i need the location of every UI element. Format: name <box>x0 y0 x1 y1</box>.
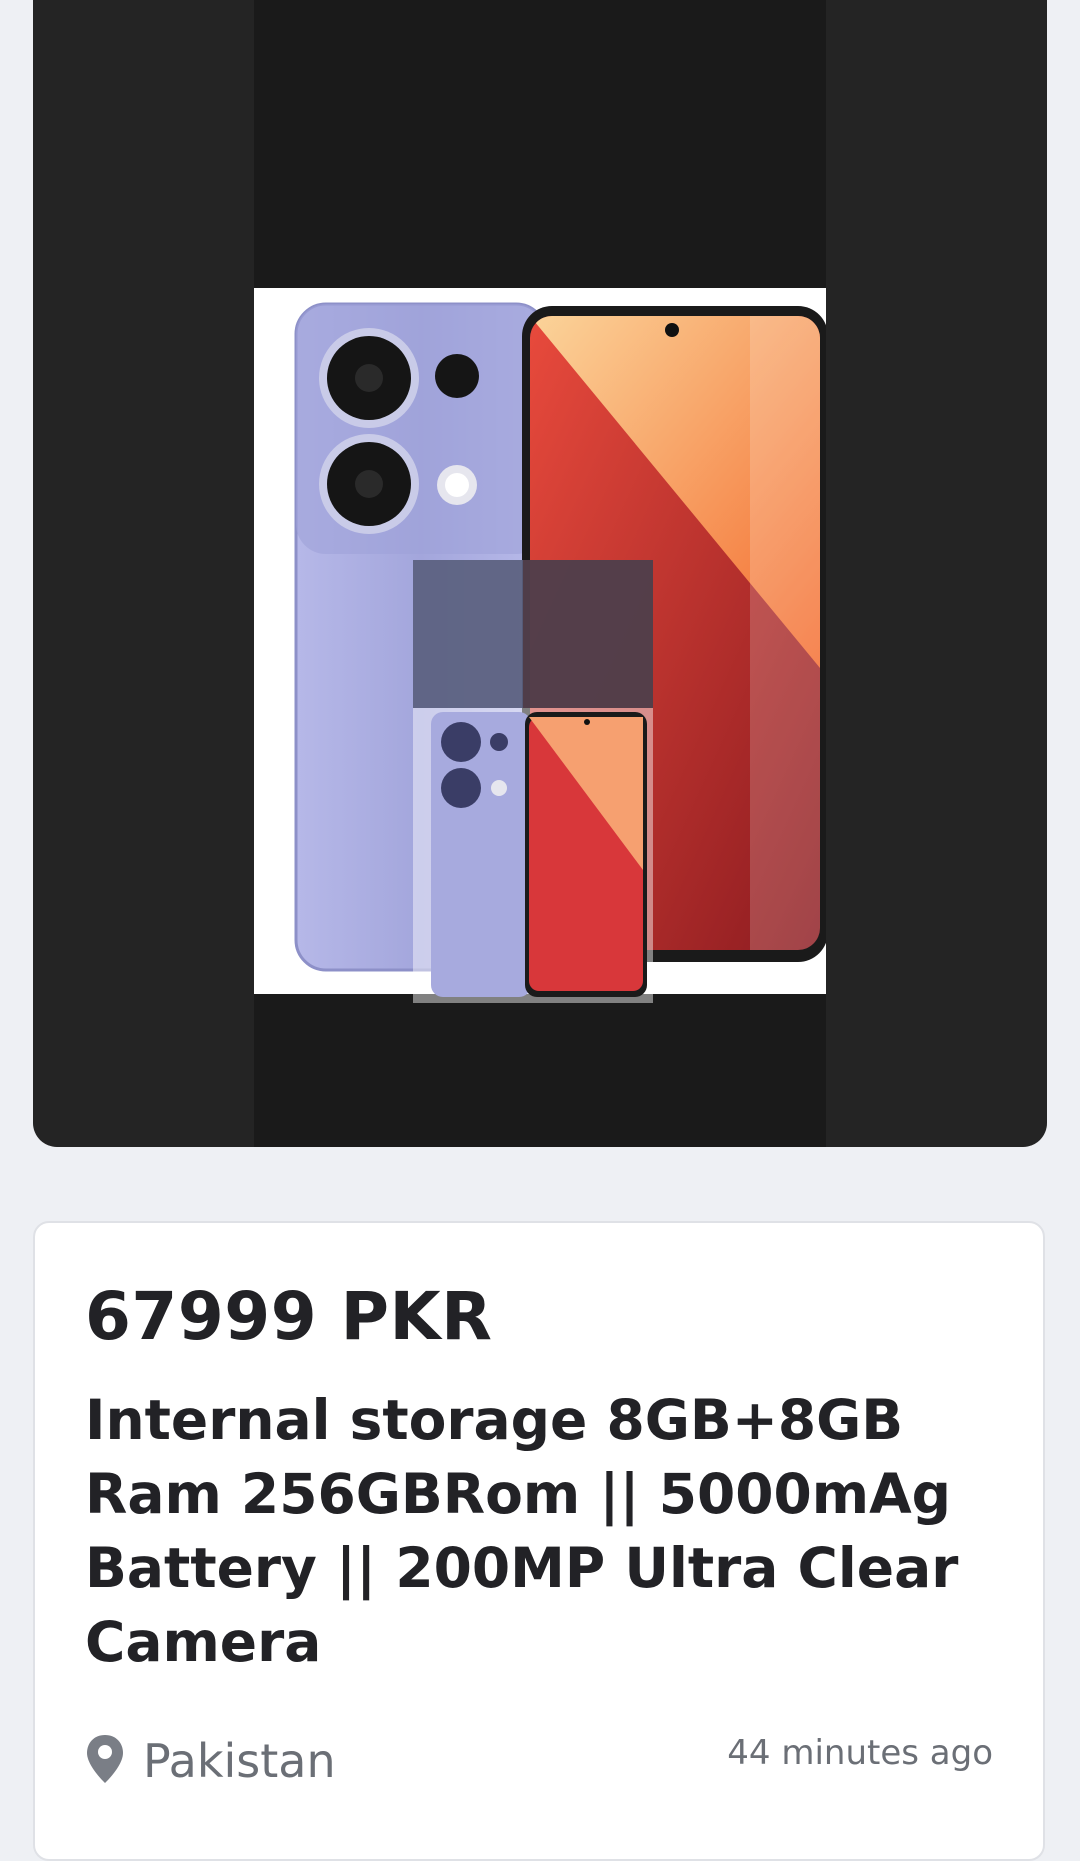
listing-location: Pakistan <box>85 1733 336 1789</box>
posted-time: 44 minutes ago <box>727 1733 993 1773</box>
map-pin-icon <box>85 1733 125 1789</box>
zoom-preview <box>413 560 653 1003</box>
image-gallery[interactable] <box>33 0 1047 1147</box>
location-label: Pakistan <box>143 1734 336 1788</box>
listing-price: 67999 PKR <box>85 1278 493 1355</box>
listing-card[interactable]: 67999 PKR Internal storage 8GB+8GB Ram 2… <box>33 1221 1045 1861</box>
listing-title: Internal storage 8GB+8GB Ram 256GBRom ||… <box>85 1388 959 1674</box>
